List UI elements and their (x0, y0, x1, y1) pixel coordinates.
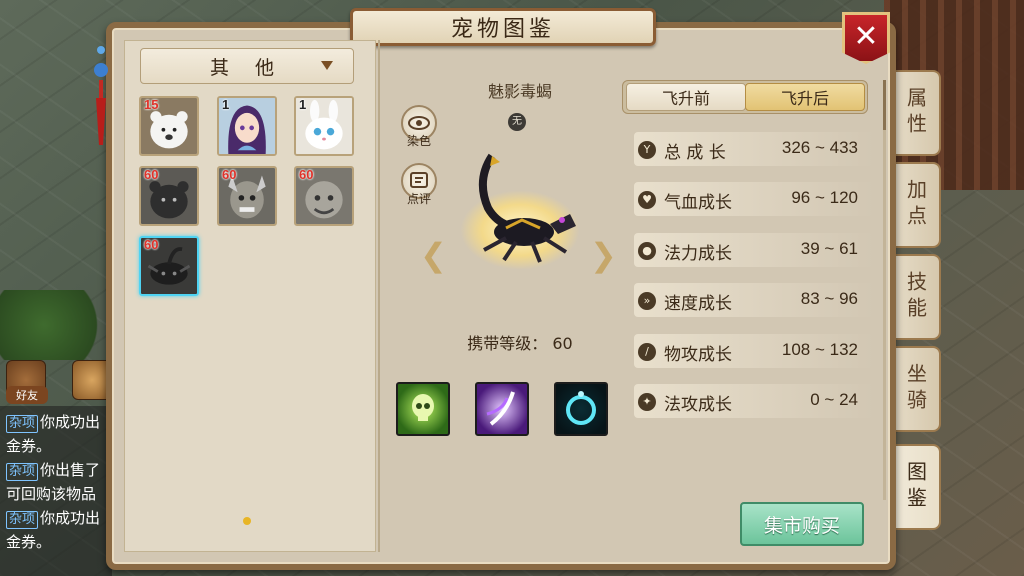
chat-line: 杂项 你成功出 (6, 410, 112, 434)
review-label: 点评 (406, 192, 431, 206)
chat-line: 杂项 你成功出 (6, 506, 112, 530)
flame-icon: ✦ (638, 393, 656, 411)
chat-log[interactable]: 杂项 你成功出 金券。 杂项 你出售了 可回购该物品 杂项 你成功出 金券。 (0, 406, 112, 576)
pet-slot[interactable]: 60 (294, 166, 354, 226)
skull-icon (412, 394, 434, 421)
market-buy-button[interactable]: 集市购买 (740, 502, 864, 546)
pet-slot[interactable]: 15 (139, 96, 199, 156)
dye-label: 染色 (406, 134, 431, 148)
pet-name: 魅影毒蝎 (487, 82, 552, 101)
pet-level: 60 (222, 167, 237, 182)
stat-row-physical-attack-growth: / 物攻成长 108 ~ 132 (634, 334, 874, 368)
divider (378, 40, 380, 552)
pet-slot-selected[interactable]: 60 (139, 236, 199, 296)
rotate-right-icon[interactable]: ❯ (590, 236, 620, 276)
drop-icon: ● (638, 242, 656, 260)
before-ascension-tab[interactable]: 飞升前 (626, 83, 746, 111)
stat-label: 速度成长 (664, 294, 732, 314)
sword-icon: / (638, 343, 656, 361)
chat-tag: 杂项 (6, 463, 39, 481)
stat-row-mana-growth: ● 法力成长 39 ~ 61 (634, 233, 874, 267)
blade-icon (486, 391, 515, 426)
scrollbar-thumb[interactable] (883, 80, 886, 130)
stat-value: 96 ~ 120 (791, 188, 858, 207)
friends-label: 好友 (6, 386, 48, 404)
element-badge: 无 (508, 113, 526, 131)
carry-level-value: 60 (552, 334, 573, 353)
chat-tag: 杂项 (6, 415, 39, 433)
pet-slot[interactable]: 1 (217, 96, 277, 156)
pet-level: 15 (144, 97, 159, 112)
stat-row-speed-growth: » 速度成长 83 ~ 96 (634, 283, 874, 317)
category-dropdown[interactable]: 其 他 (140, 48, 354, 84)
green-skull-skill-icon[interactable] (396, 382, 450, 436)
stat-label: 法力成长 (664, 244, 732, 264)
pet-level: 60 (144, 167, 159, 182)
chat-line: 金券。 (6, 437, 52, 455)
pet-slot[interactable]: 60 (217, 166, 277, 226)
cyan-ring-skill-icon[interactable] (554, 382, 608, 436)
stat-label: 法攻成长 (664, 395, 732, 415)
carry-level-label: 携带等级： (467, 334, 548, 353)
stat-label: 气血成长 (664, 193, 732, 213)
chat-line: 金券。 (6, 533, 52, 551)
tassel-ornament (94, 46, 108, 145)
chat-tag: 杂项 (6, 511, 39, 529)
stat-value: 39 ~ 61 (800, 239, 858, 258)
speed-icon: » (638, 292, 656, 310)
window-title: 宠物图鉴 (350, 8, 656, 46)
tab-skills[interactable]: 技能 (893, 254, 941, 340)
purple-blade-skill-icon[interactable] (475, 382, 529, 436)
scorpion-model[interactable] (466, 150, 582, 270)
tab-mount[interactable]: 坐骑 (893, 346, 941, 432)
tab-attributes[interactable]: 属性 (893, 70, 941, 156)
scrollbar-track[interactable] (883, 80, 886, 500)
pet-level: 1 (222, 97, 230, 112)
pet-level: 60 (299, 167, 314, 182)
category-value: 其 他 (209, 56, 285, 79)
ascension-toggle: 飞升前 飞升后 (622, 80, 868, 114)
ring-icon (566, 391, 596, 425)
stat-value: 83 ~ 96 (800, 289, 858, 308)
chat-line: 杂项 你出售了 (6, 458, 112, 482)
stat-label: 总 成 长 (664, 143, 726, 163)
stat-value: 326 ~ 433 (781, 138, 858, 157)
pet-level: 60 (144, 237, 159, 252)
stat-row-magic-attack-growth: ✦ 法攻成长 0 ~ 24 (634, 384, 874, 418)
pet-slot[interactable]: 1 (294, 96, 354, 156)
pet-level: 1 (299, 97, 307, 112)
heart-icon: ♥ (638, 191, 656, 209)
total-growth-icon: Y (638, 141, 656, 159)
rotate-left-icon[interactable]: ❮ (420, 236, 450, 276)
stat-value: 0 ~ 24 (810, 390, 858, 409)
stat-row-hp-growth: ♥ 气血成长 96 ~ 120 (634, 182, 874, 216)
tab-handbook[interactable]: 图鉴 (893, 444, 941, 530)
after-ascension-tab[interactable]: 飞升后 (745, 83, 865, 111)
page-indicator (243, 517, 251, 525)
chat-line: 可回购该物品 (6, 485, 97, 503)
carry-level: 携带等级： 60 (440, 330, 600, 354)
tree (0, 290, 110, 360)
stat-label: 物攻成长 (664, 345, 732, 365)
pet-slot[interactable]: 60 (139, 166, 199, 226)
tab-add-points[interactable]: 加点 (893, 162, 941, 248)
close-icon: ✕ (853, 19, 879, 54)
stat-value: 108 ~ 132 (781, 340, 858, 359)
chevron-down-icon (321, 61, 333, 70)
stat-row-total-growth: Y 总 成 长 326 ~ 433 (634, 132, 874, 166)
